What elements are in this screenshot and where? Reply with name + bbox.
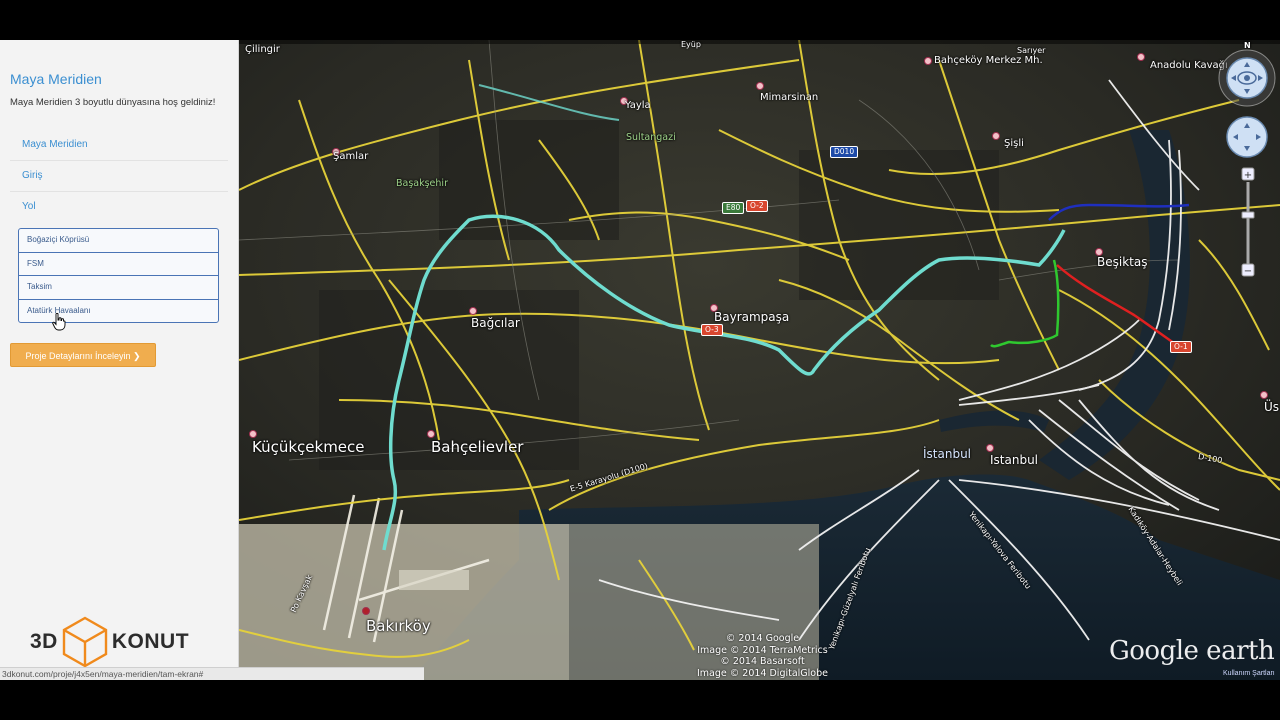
place-istanbul: Istanbul [990,453,1039,467]
place-bahcekoy: Bahçeköy Merkez Mh. [934,55,1043,66]
place-uskudar: Üs [1264,400,1280,414]
sidebar-menu: Maya Meridien Giriş Yol [10,130,228,222]
terms-link[interactable]: Kullanım Şartları [1223,670,1275,677]
google-earth-map[interactable]: Çilingir Eyüp Sarıyer Bahçeköy Merkez Mh… [239,40,1280,680]
welcome-text: Maya Meridien 3 boyutlu dünyasına hoş ge… [10,97,216,108]
route-item-fsm[interactable]: FSM [19,253,218,276]
route-item-taksim[interactable]: Taksim [19,276,218,300]
menu-item-maya-meridien[interactable]: Maya Meridien [10,130,228,161]
screen: Maya Meridien Maya Meridien 3 boyutlu dü… [0,40,1280,680]
place-mimarsinan: Mimarsinan [760,92,819,103]
imagery-credits: © 2014 Google Image © 2014 TerraMetrics … [697,633,828,679]
place-bakirkoy: Bakırköy [366,617,431,635]
place-sisli: Şişli [1004,138,1024,149]
credit-line: © 2014 Basarsoft [720,656,805,667]
compass-north: N [1244,41,1251,50]
place-sultangazi: Sultangazi [626,132,676,143]
zoom-slider[interactable] [1240,166,1256,278]
place-sariyer: Sarıyer [1017,46,1046,55]
credit-line: Image © 2014 TerraMetrics [697,644,828,656]
cube-logo-icon [62,616,108,668]
road-shield-d010: D010 [830,146,859,158]
brand-title[interactable]: Maya Meridien [10,71,102,87]
place-cilingir: Çilingir [245,44,280,55]
place-yayla: Yayla [625,100,651,111]
hand-cursor-icon [52,313,66,331]
place-bagcilar: Bağcılar [471,316,520,330]
place-basaksehir: Başakşehir [396,178,448,189]
look-around-control[interactable] [1223,55,1271,103]
place-marker [1260,391,1268,399]
3dkonut-logo[interactable]: 3D KONUT [30,615,189,669]
logo-text-konut: KONUT [111,630,190,653]
map-canvas [239,40,1280,680]
browser-status-bar: 3dkonut.com/proje/j4x5en/maya-meridien/t… [0,667,424,680]
place-marker [986,444,994,452]
place-besiktas: Beşiktaş [1097,255,1148,269]
place-marker [1137,53,1145,61]
road-shield-o3: O-3 [701,324,723,336]
road-shield-o2: O-2 [746,200,768,212]
road-shield-e80: E80 [722,202,745,214]
sidebar: Maya Meridien Maya Meridien 3 boyutlu dü… [0,40,239,680]
place-marker [924,57,932,65]
project-details-button[interactable]: Proje Detaylarını İnceleyin ❯ [10,343,156,367]
place-istanbul-sea: İstanbul [923,447,972,461]
place-kucukcekmece: Küçükçekmece [252,438,365,456]
place-marker [427,430,435,438]
route-item-bogazici[interactable]: Boğaziçi Köprüsü [19,229,218,253]
route-list: Boğaziçi Köprüsü FSM Taksim Atatürk Hava… [18,228,219,323]
place-samlar: Şamlar [333,151,369,162]
credit-line: Image © 2014 DigitalGlobe [697,667,828,679]
place-bayrampasa: Bayrampaşa [714,310,790,324]
place-marker [992,132,1000,140]
menu-item-giris[interactable]: Giriş [10,161,228,192]
route-item-ataturk[interactable]: Atatürk Havaalanı [19,300,218,323]
place-eyup: Eyüp [681,40,701,49]
place-marker [469,307,477,315]
pan-control[interactable] [1227,117,1267,157]
road-shield-o1: O-1 [1170,341,1192,353]
place-marker [362,607,370,615]
credit-line: © 2014 Google [725,633,800,644]
place-bahcelievler: Bahçelievler [431,438,524,456]
place-marker [249,430,257,438]
menu-item-yol[interactable]: Yol [10,192,228,222]
place-marker [756,82,764,90]
google-earth-logo: Google earth [1109,636,1275,666]
logo-text-3d: 3D [30,630,58,653]
